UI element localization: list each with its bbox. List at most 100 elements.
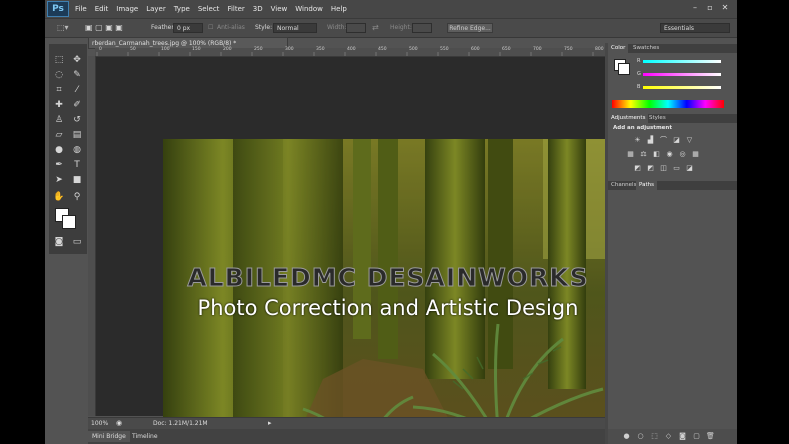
background-color-swatch[interactable]	[62, 215, 76, 229]
ruler-label: 600	[471, 47, 480, 52]
ruler-label: 450	[378, 47, 387, 52]
trash-icon[interactable]: 🗑	[706, 432, 715, 441]
move-tool-icon[interactable]: ✥	[70, 54, 84, 66]
menu-layer[interactable]: Layer	[142, 0, 170, 18]
anti-alias-checkbox[interactable]: ☐	[208, 19, 213, 37]
add-mask-icon[interactable]: ◙	[678, 432, 687, 441]
menu-view[interactable]: View	[267, 0, 292, 18]
menu-help[interactable]: Help	[327, 0, 351, 18]
dodge-tool-icon[interactable]: ◍	[70, 144, 84, 156]
photo-filter-icon[interactable]: ◉	[665, 150, 674, 158]
tab-adjustments[interactable]: Adjustments	[608, 114, 649, 123]
selective-color-icon[interactable]: ◪	[685, 164, 694, 172]
tab-color[interactable]: Color	[608, 44, 629, 53]
eyedropper-tool-icon[interactable]: ⁄	[70, 84, 84, 96]
ruler-label: 150	[192, 47, 201, 52]
menu-filter[interactable]: Filter	[223, 0, 248, 18]
color-bg-swatch[interactable]	[618, 63, 630, 75]
vibrance-icon[interactable]: ▽	[685, 136, 694, 144]
overlay-subtitle: Photo Correction and Artistic Design	[197, 296, 579, 320]
lasso-tool-icon[interactable]: ◌	[52, 69, 66, 81]
tab-mini-bridge[interactable]: Mini Bridge	[88, 431, 130, 442]
menu-type[interactable]: Type	[170, 0, 194, 18]
eraser-tool-icon[interactable]: ▱	[52, 129, 66, 141]
posterize-icon[interactable]: ◩	[646, 164, 655, 172]
overlay-title: ALBILEDMC DESAINWORKS	[187, 263, 589, 293]
history-brush-icon[interactable]: ↺	[70, 114, 84, 126]
ruler-label: 800	[595, 47, 604, 52]
hand-tool-icon[interactable]: ✋	[52, 191, 66, 203]
color-spectrum[interactable]	[612, 100, 724, 108]
minimize-icon[interactable]: –	[690, 3, 700, 13]
maximize-icon[interactable]: ▫	[705, 3, 715, 13]
zoom-level[interactable]: 100%	[91, 418, 108, 429]
menu-image[interactable]: Image	[112, 0, 142, 18]
height-input[interactable]	[412, 23, 432, 33]
selection-mode-icons[interactable]: ▣ ▢ ▣ ▣	[85, 19, 123, 37]
status-arrow-icon[interactable]: ▸	[268, 418, 272, 429]
style-select[interactable]: Normal	[273, 23, 317, 33]
color-lookup-icon[interactable]: ▦	[691, 150, 700, 158]
panel-footer: ● ○ ⬚ ◇ ◙ ▢ 🗑	[608, 429, 737, 444]
blur-tool-icon[interactable]: ●	[52, 144, 66, 156]
menu-3d[interactable]: 3D	[249, 0, 267, 18]
screen-mode-icon[interactable]: ▭	[70, 236, 84, 248]
new-path-icon[interactable]: ▢	[692, 432, 701, 441]
tab-paths[interactable]: Paths	[636, 181, 657, 190]
gradient-tool-icon[interactable]: ▤	[70, 129, 84, 141]
pasteboard[interactable]: ALBILEDMC DESAINWORKS Photo Correction a…	[96, 57, 625, 444]
swap-icon[interactable]: ⇄	[372, 19, 379, 37]
close-icon[interactable]: ✕	[720, 3, 730, 13]
type-tool-icon[interactable]: T	[70, 159, 84, 171]
clone-stamp-icon[interactable]: ♙	[52, 114, 66, 126]
color-balance-icon[interactable]: ⚖	[639, 150, 648, 158]
make-path-icon[interactable]: ◇	[664, 432, 673, 441]
feather-input[interactable]: 0 px	[173, 23, 203, 33]
fill-path-icon[interactable]: ●	[622, 432, 631, 441]
quick-select-tool-icon[interactable]: ✎	[70, 69, 84, 81]
gradient-map-icon[interactable]: ▭	[672, 164, 681, 172]
brush-tool-icon[interactable]: ✐	[70, 99, 84, 111]
threshold-icon[interactable]: ◫	[659, 164, 668, 172]
curves-icon[interactable]: ⌒	[659, 136, 668, 144]
ruler-label: 300	[285, 47, 294, 52]
quick-mask-icon[interactable]: ◙	[52, 236, 66, 248]
menu-window[interactable]: Window	[291, 0, 327, 18]
refine-edge-button[interactable]: Refine Edge...	[447, 23, 493, 33]
stroke-path-icon[interactable]: ○	[636, 432, 645, 441]
menu-edit[interactable]: Edit	[91, 0, 113, 18]
load-selection-icon[interactable]: ⬚	[650, 432, 659, 441]
b-slider[interactable]	[643, 86, 721, 89]
black-white-icon[interactable]: ◧	[652, 150, 661, 158]
tab-timeline[interactable]: Timeline	[128, 431, 162, 442]
healing-brush-icon[interactable]: ✚	[52, 99, 66, 111]
tab-swatches[interactable]: Swatches	[630, 44, 662, 53]
shape-tool-icon[interactable]: ■	[70, 174, 84, 186]
menu-file[interactable]: File	[71, 0, 91, 18]
tab-channels[interactable]: Channels	[608, 181, 639, 190]
marquee-preset-icon[interactable]: ⬚▾	[57, 19, 69, 37]
color-panel-tabs: Color Swatches	[608, 44, 737, 53]
path-select-icon[interactable]: ➤	[52, 174, 66, 186]
ruler-label: 550	[440, 47, 449, 52]
pen-tool-icon[interactable]: ✒	[52, 159, 66, 171]
crop-tool-icon[interactable]: ⌗	[52, 84, 66, 96]
brightness-icon[interactable]: ☀	[633, 136, 642, 144]
ruler-label: 750	[564, 47, 573, 52]
channel-mixer-icon[interactable]: ◎	[678, 150, 687, 158]
zoom-tool-icon[interactable]: ⚲	[70, 191, 84, 203]
invert-icon[interactable]: ◩	[633, 164, 642, 172]
status-info-icon[interactable]: ◉	[116, 418, 122, 429]
workspace-select[interactable]: Essentials	[660, 23, 730, 33]
bottom-panel-tabs: Mini Bridge Timeline	[88, 429, 625, 444]
exposure-icon[interactable]: ◪	[672, 136, 681, 144]
hue-saturation-icon[interactable]: ▦	[626, 150, 635, 158]
marquee-tool-icon[interactable]: ⬚	[52, 54, 66, 66]
width-input[interactable]	[346, 23, 366, 33]
r-slider[interactable]	[643, 60, 721, 63]
menu-select[interactable]: Select	[194, 0, 224, 18]
canvas-image[interactable]: ALBILEDMC DESAINWORKS Photo Correction a…	[163, 139, 613, 444]
levels-icon[interactable]: ▟	[646, 136, 655, 144]
g-slider[interactable]	[643, 73, 721, 76]
tab-styles[interactable]: Styles	[646, 114, 669, 123]
